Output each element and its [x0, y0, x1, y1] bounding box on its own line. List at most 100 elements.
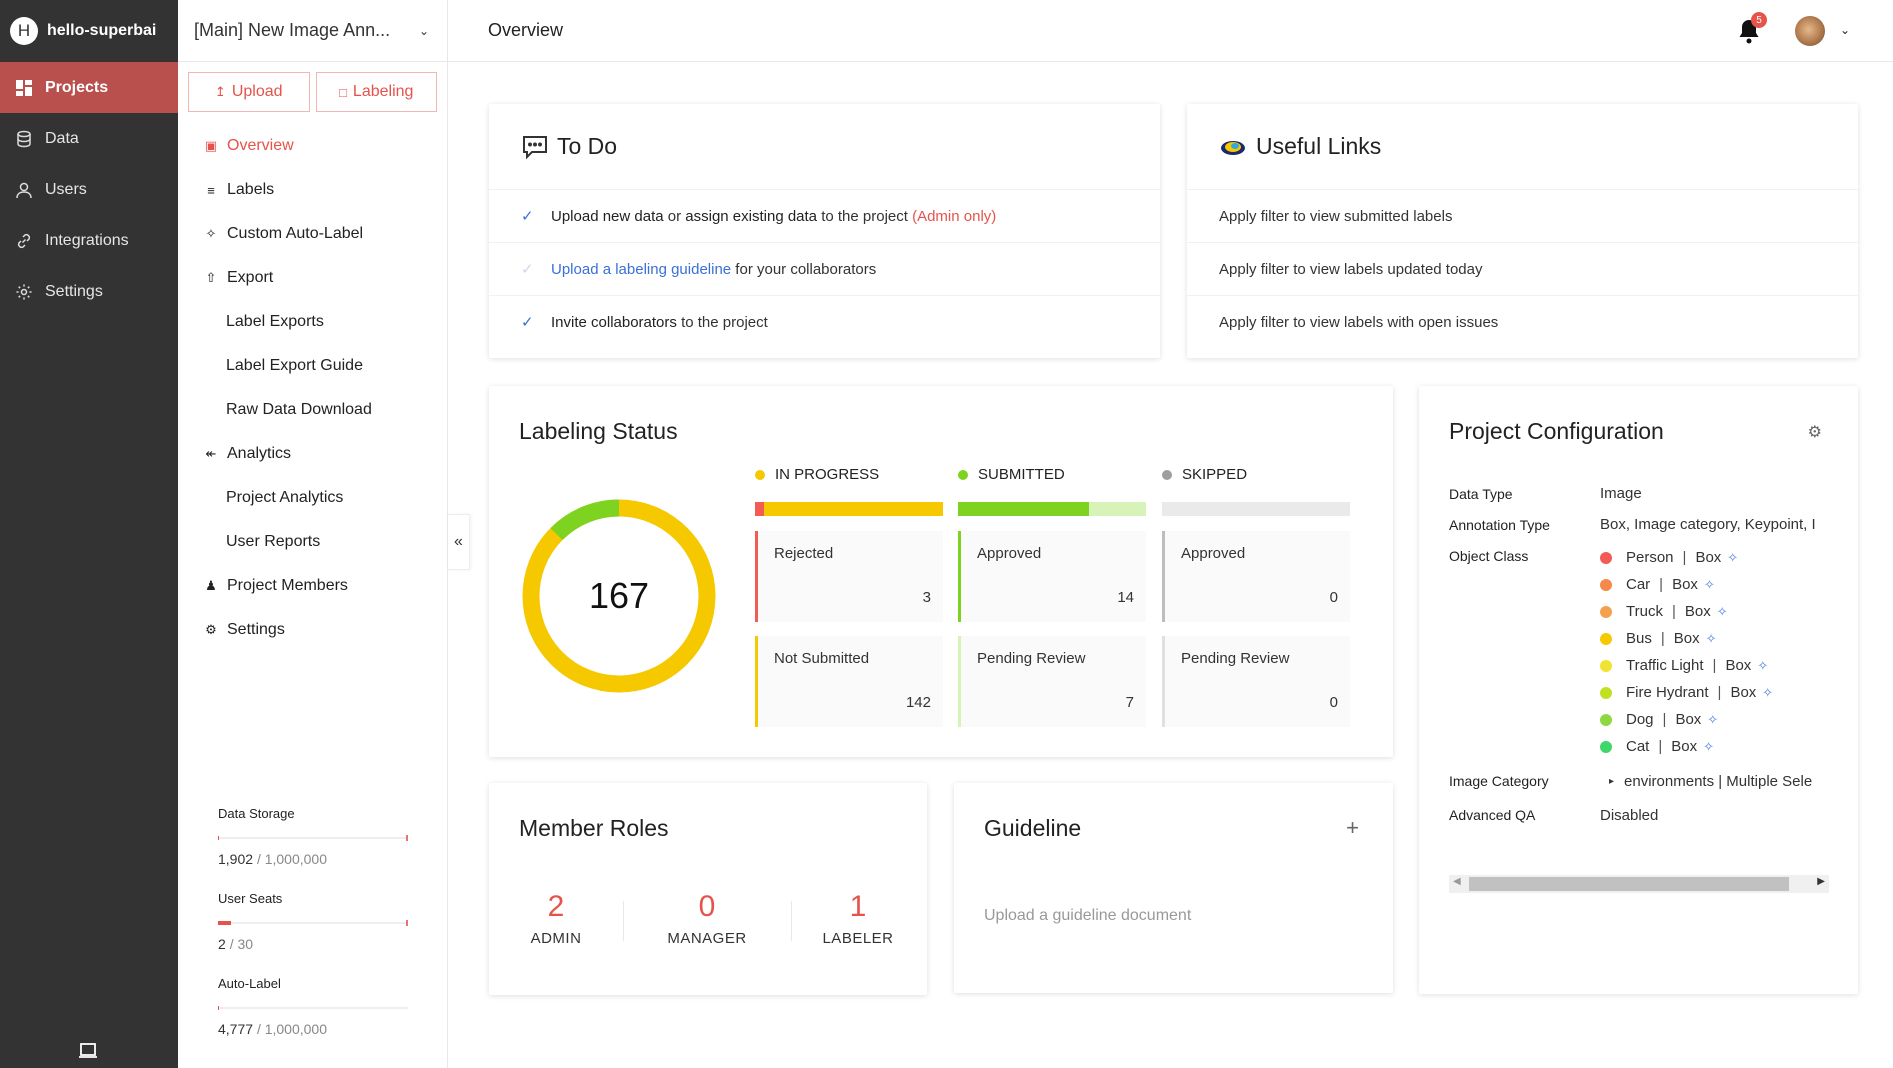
object-class-item: Bus | Box ✧: [1600, 625, 1773, 652]
config-key: Data Type: [1449, 485, 1513, 502]
subnav-project-analytics[interactable]: Project Analytics: [178, 476, 447, 520]
sparkle-icon: ✧: [1716, 603, 1728, 619]
subnav-label-export-guide[interactable]: Label Export Guide: [178, 344, 447, 388]
gear-icon[interactable]: ⚙: [1808, 422, 1822, 442]
collapse-sidebar-icon[interactable]: [79, 1042, 97, 1058]
usage-used: 1,902: [218, 851, 254, 867]
usage-bar: [218, 1006, 408, 1010]
stat-rejected[interactable]: Rejected 3: [755, 531, 943, 622]
config-key: Annotation Type: [1449, 516, 1550, 533]
subnav-raw-data-download[interactable]: Raw Data Download: [178, 388, 447, 432]
scrollbar-thumb[interactable]: [1469, 877, 1789, 891]
object-class-item: Fire Hydrant | Box ✧: [1600, 679, 1773, 706]
in-progress-bar: [755, 502, 943, 516]
useful-link[interactable]: Apply filter to view labels with open is…: [1187, 295, 1858, 348]
role-count: 0: [698, 890, 716, 923]
class-type: Box: [1673, 630, 1700, 647]
upload-label: Upload: [231, 83, 283, 100]
subnav-export[interactable]: ⇧ Export: [178, 256, 447, 300]
config-value: environments | Multiple Sele: [1624, 772, 1813, 790]
workspace-name: hello-superbai: [47, 22, 157, 39]
usage-label: Auto-Label: [218, 976, 281, 991]
todo-item: ✓ Invite collaborators to the project: [489, 295, 1160, 348]
workspace-switcher[interactable]: H hello-superbai: [0, 0, 178, 62]
todo-link[interactable]: assign existing data: [685, 208, 817, 225]
sparkle-icon: ✧: [1762, 684, 1774, 700]
usage-value: 1,902 / 1,000,000: [218, 851, 328, 867]
subnav-custom-auto-label[interactable]: ✧ Custom Auto-Label: [178, 212, 447, 256]
sidebar-item-label: Users: [45, 180, 87, 198]
stat-not-submitted[interactable]: Not Submitted 142: [755, 636, 943, 727]
stat-value: 142: [905, 694, 931, 711]
role-manager[interactable]: 0 MANAGER: [647, 890, 767, 947]
upload-guideline-link[interactable]: Upload a labeling guideline: [551, 261, 731, 278]
subnav-settings[interactable]: ⚙ Settings: [178, 608, 447, 652]
subnav-user-reports[interactable]: User Reports: [178, 520, 447, 564]
useful-link[interactable]: Apply filter to view labels updated toda…: [1187, 242, 1858, 295]
todo-item: ✓ Upload new data or assign existing dat…: [489, 189, 1160, 242]
guideline-empty-text[interactable]: Upload a guideline document: [984, 907, 1191, 925]
sidebar-item-label: Data: [45, 129, 79, 147]
sparkle-icon: ✧: [1757, 657, 1769, 673]
overview-icon: ▣: [204, 138, 218, 153]
page-title: Overview: [488, 20, 564, 40]
stat-submitted-approved[interactable]: Approved 14: [958, 531, 1146, 622]
subnav-overview[interactable]: ▣ Overview: [178, 124, 447, 168]
stat-skipped-pending[interactable]: Pending Review 0: [1162, 636, 1350, 727]
role-labeler[interactable]: 1 LABELER: [798, 890, 918, 947]
subnav-labels[interactable]: ≡ Labels: [178, 168, 447, 212]
upload-button[interactable]: ↥ Upload: [188, 72, 310, 112]
caret-right-icon[interactable]: ▸: [1609, 776, 1614, 787]
project-selector[interactable]: [Main] New Image Ann... ⌄: [178, 0, 447, 62]
stat-value: 0: [1329, 589, 1338, 606]
stat-submitted-pending[interactable]: Pending Review 7: [958, 636, 1146, 727]
horizontal-scrollbar[interactable]: ◀ ▶: [1449, 875, 1829, 893]
todo-link[interactable]: Upload new data: [551, 208, 664, 225]
scroll-right-icon[interactable]: ▶: [1817, 876, 1825, 887]
scroll-left-icon[interactable]: ◀: [1453, 876, 1461, 887]
project-config-card: Project Configuration ⚙ Data Type Image A…: [1419, 386, 1858, 994]
sidebar-item-settings[interactable]: Settings: [0, 266, 178, 317]
labeling-button[interactable]: □ Labeling: [315, 72, 437, 112]
chat-icon: [523, 135, 547, 159]
collapse-subnav-button[interactable]: «: [448, 514, 470, 570]
sidebar-item-integrations[interactable]: Integrations: [0, 215, 178, 266]
usage-user-seats: User Seats 2 / 30: [218, 891, 408, 952]
todo-item: ✓ Upload a labeling guideline for your c…: [489, 242, 1160, 295]
add-guideline-icon[interactable]: +: [1346, 815, 1359, 841]
status-dot: [958, 469, 968, 480]
stat-skipped-approved[interactable]: Approved 0: [1162, 531, 1350, 622]
sidebar-item-users[interactable]: Users: [0, 164, 178, 215]
useful-link[interactable]: Apply filter to view submitted labels: [1187, 189, 1858, 242]
check-icon: ✓: [521, 314, 534, 331]
chevron-down-icon[interactable]: ⌄: [1840, 23, 1850, 37]
object-class-item: Cat | Box ✧: [1600, 733, 1773, 760]
project-subnav: [Main] New Image Ann... ⌄ ↥ Upload □ Label…: [178, 0, 448, 1068]
sidebar-item-data[interactable]: Data: [0, 113, 178, 164]
sidebar-item-projects[interactable]: Projects: [0, 62, 178, 113]
notification-badge: 5: [1751, 12, 1767, 28]
stat-label: Pending Review: [977, 650, 1086, 667]
chart-icon: ↞: [205, 446, 217, 461]
sparkle-icon: ✧: [1705, 630, 1717, 646]
class-type: Box: [1730, 684, 1757, 701]
class-color-dot: [1600, 632, 1612, 645]
members-icon: ♟: [205, 578, 217, 593]
sparkle-icon: ✧: [1727, 549, 1739, 565]
class-color-dot: [1600, 713, 1612, 726]
subnav-label-exports[interactable]: Label Exports: [178, 300, 447, 344]
todo-link[interactable]: Invite collaborators: [551, 314, 677, 331]
status-col-submitted: SUBMITTED: [958, 466, 1065, 483]
role-name: LABELER: [822, 930, 894, 947]
subnav-analytics[interactable]: ↞ Analytics: [178, 432, 447, 476]
avatar[interactable]: [1795, 16, 1825, 46]
usage-total: 1,000,000: [264, 851, 328, 867]
sidebar-item-label: Projects: [45, 78, 109, 96]
subnav-project-members[interactable]: ♟ Project Members: [178, 564, 447, 608]
sparkle-icon: ✧: [205, 226, 217, 241]
stat-label: Not Submitted: [774, 650, 870, 667]
gear-icon: [16, 284, 32, 299]
project-title: [Main] New Image Ann...: [194, 20, 391, 40]
role-admin[interactable]: 2 ADMIN: [496, 890, 616, 947]
check-icon: ✓: [521, 208, 534, 225]
